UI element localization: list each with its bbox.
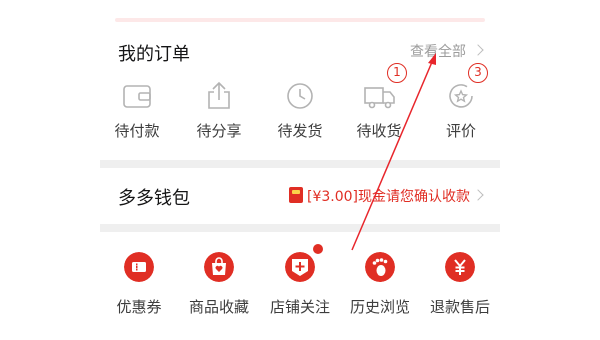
- yuan-icon: [445, 252, 475, 282]
- share-icon: [208, 81, 230, 109]
- tool-coupons[interactable]: 优惠券: [99, 252, 179, 322]
- order-status-label: 待付款: [114, 122, 160, 140]
- view-all-orders-link[interactable]: 查看全部: [410, 41, 466, 61]
- top-divider: [115, 18, 485, 22]
- clock-icon: [287, 83, 313, 109]
- coupon-icon: [124, 252, 154, 282]
- new-activity-dot: [313, 244, 323, 254]
- tool-label: 退款售后: [429, 298, 490, 316]
- section-separator: [100, 224, 500, 232]
- order-status-label: 待分享: [196, 122, 242, 140]
- review-count-badge: 3: [468, 63, 488, 83]
- orders-title: 我的订单: [118, 44, 190, 65]
- review-icon: [449, 84, 473, 108]
- truck-icon: [364, 87, 395, 109]
- footprint-icon: [365, 252, 395, 282]
- section-separator: [100, 160, 500, 168]
- order-status-unpaid[interactable]: 待付款: [97, 76, 177, 142]
- bag-heart-icon: [204, 252, 234, 282]
- order-status-label: 待发货: [277, 122, 323, 140]
- tool-refunds[interactable]: 退款售后: [420, 252, 500, 322]
- tool-browse-history[interactable]: 历史浏览: [340, 252, 420, 322]
- tool-favorites[interactable]: 商品收藏: [179, 252, 259, 322]
- order-status-label: 评价: [445, 122, 476, 140]
- tool-followed-shops[interactable]: 店铺关注: [260, 252, 340, 322]
- wallet-promo-text[interactable]: [¥3.00]现金请您确认收款: [307, 186, 470, 206]
- shop-follow-icon: [285, 252, 315, 282]
- order-status-to-receive[interactable]: 待收货: [339, 76, 419, 142]
- order-status-label: 待收货: [356, 122, 402, 140]
- order-status-to-share[interactable]: 待分享: [179, 76, 259, 142]
- order-status-to-ship[interactable]: 待发货: [260, 76, 340, 142]
- wallet-title: 多多钱包: [118, 188, 190, 209]
- order-status-review[interactable]: 评价: [421, 76, 501, 142]
- red-envelope-icon: [289, 187, 303, 203]
- screen: 我的订单 查看全部 待付款 待分享 待发货 待收货 1 评价 3 多多钱包 [¥…: [0, 0, 600, 340]
- to-receive-count-badge: 1: [387, 63, 407, 83]
- wallet-icon: [123, 85, 151, 108]
